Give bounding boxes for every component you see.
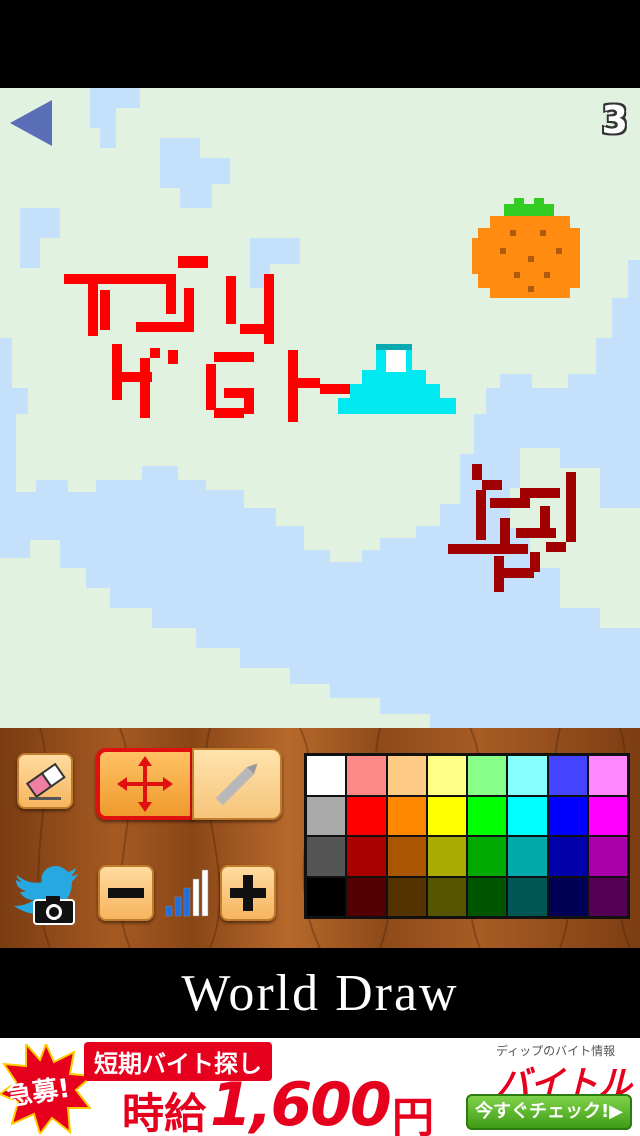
color-swatch[interactable] — [508, 756, 547, 795]
brush-size-bar — [174, 896, 182, 917]
page-number: 3 — [601, 98, 628, 142]
color-swatch[interactable] — [427, 756, 466, 795]
ad-cta-button[interactable]: 今すぐチェック!▶ — [466, 1094, 632, 1130]
lake-6 — [560, 388, 600, 428]
color-swatch[interactable] — [347, 837, 386, 876]
color-swatch[interactable] — [307, 877, 346, 916]
color-palette — [304, 753, 630, 919]
color-swatch[interactable] — [387, 796, 426, 835]
color-swatch[interactable] — [588, 756, 627, 795]
color-swatch[interactable] — [468, 877, 507, 916]
color-swatch[interactable] — [588, 837, 627, 876]
color-swatch[interactable] — [387, 877, 426, 916]
twitter-camera-icon — [14, 866, 78, 925]
color-swatch[interactable] — [387, 837, 426, 876]
ad-wage-amount: 1,600 — [210, 1070, 392, 1136]
minus-icon — [108, 888, 144, 898]
ad-wage-label: 時給 — [122, 1089, 207, 1136]
brush-size-bar — [165, 905, 173, 917]
ad-banner[interactable]: 急募! 短期バイト探し 時給 1,600 円 ディップのバイト情報 バイトル 今… — [0, 1038, 640, 1136]
drawing-canvas[interactable]: 3 — [0, 88, 640, 728]
color-swatch[interactable] — [387, 756, 426, 795]
pencil-icon — [215, 763, 258, 806]
color-swatch[interactable] — [508, 837, 547, 876]
brush-size-bar — [192, 878, 200, 917]
color-swatch[interactable] — [508, 796, 547, 835]
app-title: World Draw — [181, 964, 459, 1022]
move-arrows-icon — [117, 756, 173, 812]
color-swatch[interactable] — [347, 756, 386, 795]
color-swatch[interactable] — [548, 837, 587, 876]
land-masses — [0, 88, 640, 728]
color-swatch[interactable] — [548, 877, 587, 916]
color-swatch[interactable] — [347, 877, 386, 916]
plus-button[interactable] — [220, 865, 276, 921]
color-swatch[interactable] — [307, 756, 346, 795]
color-swatch[interactable] — [347, 796, 386, 835]
color-swatch[interactable] — [307, 796, 346, 835]
brush-size-bar — [201, 869, 209, 917]
color-swatch[interactable] — [548, 756, 587, 795]
twitter-camera-button[interactable] — [12, 856, 78, 926]
color-swatch[interactable] — [427, 796, 466, 835]
land-south — [0, 540, 430, 728]
signal-bars-icon — [165, 869, 209, 917]
title-bar: World Draw — [0, 948, 640, 1038]
color-swatch[interactable] — [427, 837, 466, 876]
plus-icon — [230, 875, 266, 911]
toolbar — [0, 728, 640, 948]
eraser-button[interactable] — [17, 753, 73, 809]
back-button[interactable] — [8, 98, 54, 148]
color-swatch[interactable] — [468, 756, 507, 795]
status-bar — [0, 0, 640, 88]
color-swatch[interactable] — [468, 796, 507, 835]
color-swatch[interactable] — [427, 877, 466, 916]
color-swatch[interactable] — [508, 877, 547, 916]
brush-size-bar — [183, 887, 191, 917]
color-swatch[interactable] — [588, 796, 627, 835]
lake-5 — [96, 480, 130, 518]
minus-button[interactable] — [98, 865, 154, 921]
map-drawing[interactable] — [0, 88, 640, 728]
eraser-icon — [25, 762, 66, 800]
color-swatch[interactable] — [468, 837, 507, 876]
pencil-tool-button[interactable] — [192, 748, 282, 820]
color-swatch[interactable] — [548, 796, 587, 835]
back-arrow-icon — [10, 100, 52, 146]
color-swatch[interactable] — [307, 837, 346, 876]
color-swatch[interactable] — [588, 877, 627, 916]
ad-wage-unit: 円 — [392, 1093, 435, 1136]
move-tool-button[interactable] — [96, 748, 194, 820]
brush-size-indicator — [162, 866, 214, 918]
